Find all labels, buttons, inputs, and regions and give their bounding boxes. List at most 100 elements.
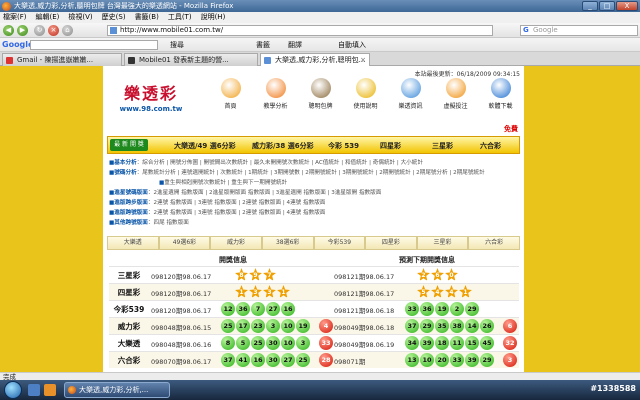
menu-tools[interactable]: 工具(T) (168, 12, 192, 23)
google-bookmarks-button[interactable]: 書籤 (256, 40, 270, 50)
minimize-button[interactable]: _ (582, 1, 598, 11)
link-row[interactable]: ■進版跨號版面：2連號 指數版面 | 3連號 指數版面 | 2連號 指數版面 |… (109, 208, 519, 218)
reload-icon[interactable]: ↻ (34, 25, 45, 36)
game-tab[interactable]: 三星彩 (416, 236, 469, 250)
right-period: 098121期98.06.17 (334, 273, 395, 281)
number-ball: 25 (296, 353, 310, 367)
google-toolbar-search-input[interactable] (30, 40, 158, 50)
menu-view[interactable]: 檢視(V) (68, 12, 92, 23)
top-nav-item[interactable]: 教學分析 (256, 78, 295, 110)
taskbar-window-label: 大樂透,威力彩,分析,... (79, 386, 149, 394)
link-row-text[interactable]: 尾數統計分析 | 連號遺開統計 | 次數統計 | 1期統計 | 3期開號數 | … (142, 170, 484, 176)
game-tab[interactable]: 49選6彩 (158, 236, 211, 250)
number-ball: 30 (266, 353, 280, 367)
google-autofill-button[interactable]: 自動填入 (338, 40, 366, 50)
maximize-button[interactable]: □ (599, 1, 615, 11)
taskbar-window-button[interactable]: 大樂透,威力彩,分析,... (64, 382, 170, 398)
menu-history[interactable]: 歷史(S) (102, 12, 126, 23)
number-ball: 0 (445, 268, 458, 281)
tab-gmail[interactable]: Gmail - 陳揚進嶽嫩嫩... (2, 53, 122, 66)
game-tab[interactable]: 大樂透 (107, 236, 159, 250)
start-button[interactable] (4, 381, 22, 399)
game-tab[interactable]: 六合彩 (468, 236, 520, 250)
strip-item-lotto[interactable]: 大樂透/49 選6分彩 (174, 141, 236, 151)
game-tab[interactable]: 今彩539 (313, 236, 366, 250)
top-nav-item[interactable]: 軟體下載 (481, 78, 520, 110)
site-logo[interactable]: 樂透彩 www.98.com.tw (111, 80, 191, 113)
tab-label: Mobile01 發表新主題的營... (139, 56, 229, 64)
game-name[interactable]: 大樂透 (109, 338, 149, 349)
latest-draw-strip: 最 新 開 獎 大樂透/49 選6分彩 威力彩/38 選6分彩 今彩 539 四… (107, 136, 520, 154)
right-balls: 37 29 35 38 14 26 (405, 319, 494, 333)
link-row-text[interactable]: 綜合分析 | 開號分佈圖 | 開號間出次數統計 | 最久未開開號次數統計 | A… (142, 160, 423, 166)
number-ball: 20 (435, 353, 449, 367)
link-row-heading[interactable]: 進版跨步版面 (114, 200, 148, 206)
back-icon[interactable]: ◀ (3, 25, 14, 36)
search-input[interactable]: G Google (520, 25, 638, 36)
link-row[interactable]: ■進版跨步版面：2連號 指數版面 | 3連號 指數版面 | 2連號 指數版面 |… (109, 198, 519, 208)
strip-item-4star[interactable]: 四星彩 (380, 141, 401, 151)
google-translate-button[interactable]: 翻譯 (288, 40, 302, 50)
top-nav-item[interactable]: 樂透資訊 (391, 78, 430, 110)
link-row-text[interactable]: 2進星遺開 指數版面 | 2進星版開版面 指數版面 | 3進星遺開 指數版面 |… (153, 190, 381, 196)
game-name[interactable]: 四星彩 (109, 287, 149, 298)
number-ball: 12 (221, 302, 235, 316)
strip-item-marksix[interactable]: 六合彩 (480, 141, 501, 151)
link-row-heading[interactable]: 進版跨號版面 (114, 210, 148, 216)
menu-edit[interactable]: 編輯(E) (36, 12, 60, 23)
url-text: http://www.mobile01.com.tw/ (120, 26, 224, 34)
results-header: 開獎信息 預測下期開獎信息 (109, 254, 519, 266)
tab-bar: Gmail - 陳揚進嶽嫩嫩... Mobile01 發表新主題的營... 大樂… (0, 52, 640, 66)
game-name[interactable]: 威力彩 (109, 321, 149, 332)
left-balls: 12 36 7 27 16 (221, 302, 295, 316)
top-nav-item[interactable]: 首頁 (211, 78, 250, 110)
game-tab[interactable]: 四星彩 (365, 236, 417, 250)
firefox-icon (68, 386, 76, 394)
link-row[interactable]: ■進星號碼版面：2進星遺開 指數版面 | 2進星版開版面 指數版面 | 3進星遺… (109, 188, 519, 198)
close-button[interactable]: X (616, 1, 638, 11)
number-ball: 29 (465, 302, 479, 316)
game-name[interactable]: 三星彩 (109, 270, 149, 281)
link-row-heading[interactable]: 基本分析 (114, 160, 136, 166)
show-desktop-icon[interactable] (28, 384, 40, 396)
game-name[interactable]: 六合彩 (109, 355, 149, 366)
stop-icon[interactable]: × (48, 25, 59, 36)
link-row-text[interactable]: 重生與相剋開號次數統計 | 重生與下一期開號統計 (164, 180, 287, 186)
game-name[interactable]: 今彩539 (109, 304, 149, 315)
menu-help[interactable]: 說明(H) (201, 12, 226, 23)
link-row-heading[interactable]: 進星號碼版面 (114, 190, 148, 196)
top-nav-item[interactable]: 虛擬投注 (436, 78, 475, 110)
firefox-quicklaunch-icon[interactable] (44, 384, 56, 396)
game-tab[interactable]: 38選6彩 (261, 236, 314, 250)
link-row-text[interactable]: 2連號 指數版面 | 3連號 指數版面 | 2連號 指數版面 | 4連號 指數版… (153, 200, 325, 206)
strip-item-power[interactable]: 威力彩/38 選6分彩 (252, 141, 314, 151)
top-nav-label: 樂透資訊 (398, 103, 423, 110)
close-tab-icon[interactable]: × (360, 54, 366, 66)
google-search-button[interactable]: 搜尋 (170, 40, 184, 50)
number-ball: 38 (450, 319, 464, 333)
prediction-heading: 預測下期開獎信息 (399, 256, 455, 264)
number-ball: 5 (236, 336, 250, 350)
forward-icon[interactable]: ▶ (17, 25, 28, 36)
tab-mobile01[interactable]: Mobile01 發表新主題的營... (124, 53, 258, 66)
top-nav-item[interactable]: 使用說明 (346, 78, 385, 110)
menu-file[interactable]: 檔案(F) (3, 12, 27, 23)
special-ball: 6 (503, 319, 517, 333)
link-row-text[interactable]: 四尾 指數版面 (153, 220, 188, 226)
tab-lottery[interactable]: 大樂透,威力彩,分析,聰明包... × (260, 53, 370, 66)
menu-bookmarks[interactable]: 書籤(B) (135, 12, 159, 23)
link-row[interactable]: ■基本分析：綜合分析 | 開號分佈圖 | 開號間出次數統計 | 最久未開開號次數… (109, 158, 519, 168)
link-row[interactable]: ■重生與相剋開號次數統計 | 重生與下一期開號統計 (109, 178, 519, 188)
link-row[interactable]: ■號碼分析：尾數統計分析 | 連號遺開統計 | 次數統計 | 1期統計 | 3期… (109, 168, 519, 178)
link-row-heading[interactable]: 號碼分析 (114, 170, 136, 176)
search-placeholder: Google (533, 26, 558, 34)
url-bar[interactable]: http://www.mobile01.com.tw/ (107, 25, 493, 36)
link-row[interactable]: ■其他跨號版面：四尾 指數版面 (109, 218, 519, 228)
link-row-text[interactable]: 2連號 指數版面 | 3連號 指數版面 | 2連號 指數版面 | 4連號 指數版… (153, 210, 325, 216)
strip-item-3star[interactable]: 三星彩 (432, 141, 453, 151)
game-tab[interactable]: 威力彩 (210, 236, 262, 250)
strip-item-539[interactable]: 今彩 539 (328, 141, 359, 151)
top-nav-item[interactable]: 聰明包牌 (301, 78, 340, 110)
link-row-heading[interactable]: 其他跨號版面 (114, 220, 148, 226)
home-icon[interactable]: ⌂ (62, 25, 73, 36)
